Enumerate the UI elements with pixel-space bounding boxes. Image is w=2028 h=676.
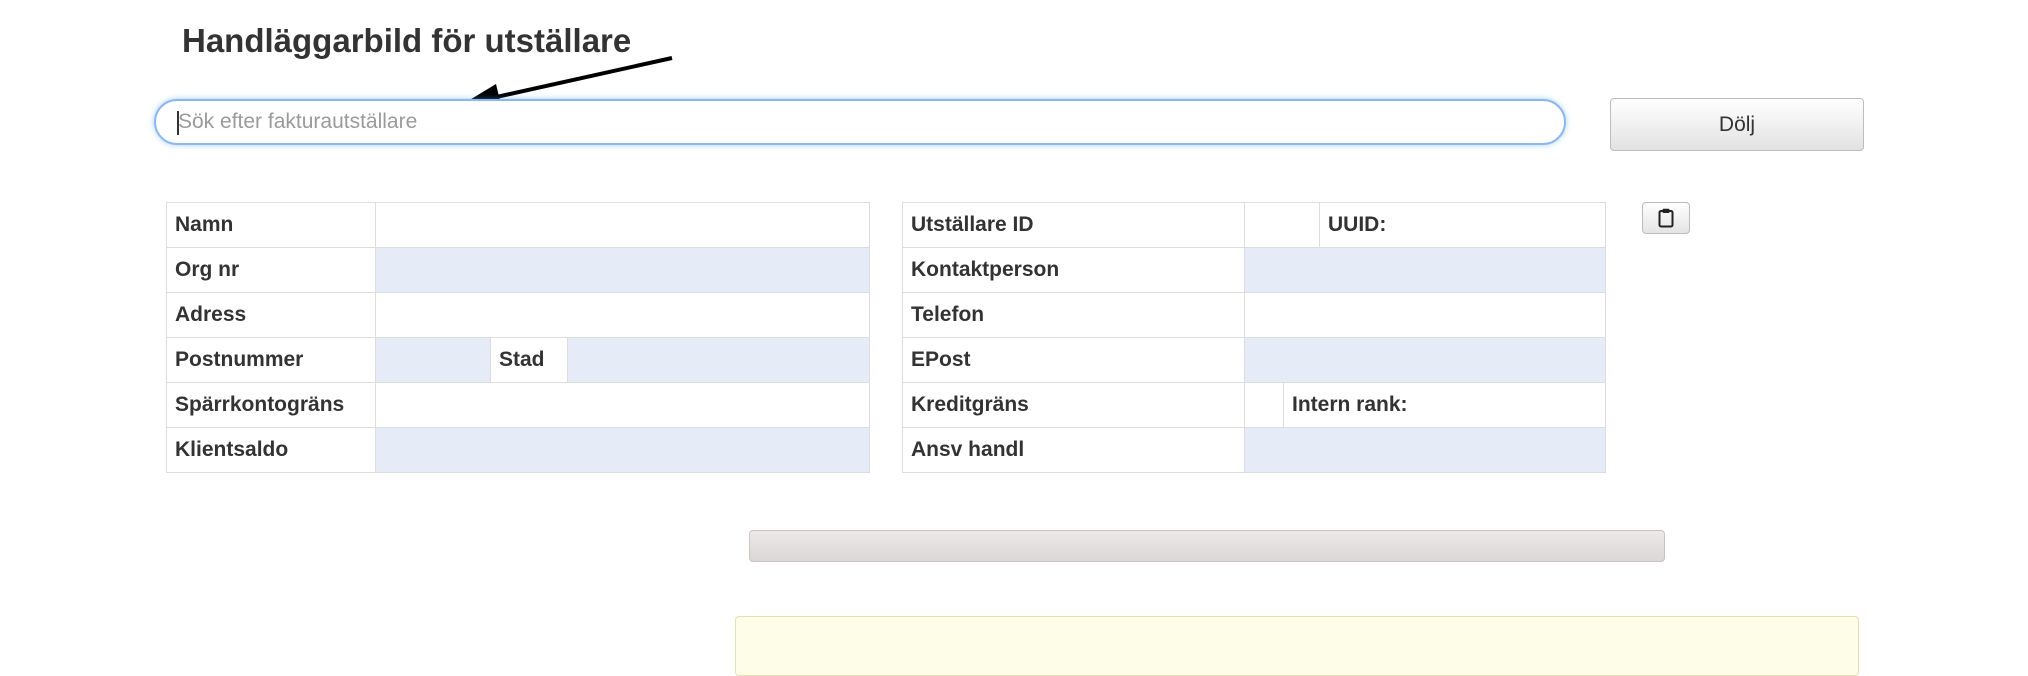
hide-button[interactable]: Dölj: [1610, 98, 1864, 151]
org-nr-value: [375, 247, 870, 293]
issuer-details-table: Namn Org nr Adress Postnummer Stad Spärr…: [166, 202, 870, 473]
table-row: Kontaktperson: [902, 247, 1606, 293]
copy-button[interactable]: [1642, 202, 1690, 234]
address-value: [375, 292, 870, 338]
city-value: [567, 337, 870, 383]
text-caret: [177, 111, 179, 135]
email-value: [1244, 337, 1606, 383]
table-row: Telefon: [902, 292, 1606, 338]
table-row: Klientsaldo: [166, 427, 870, 473]
contact-person-label: Kontaktperson: [902, 247, 1245, 293]
table-row: Adress: [166, 292, 870, 338]
blocked-account-limit-value: [375, 382, 870, 428]
client-balance-label: Klientsaldo: [166, 427, 376, 473]
table-row: Namn: [166, 202, 870, 248]
city-label: Stad: [490, 337, 568, 383]
table-row: Kreditgräns Intern rank:: [902, 382, 1606, 428]
credit-limit-label: Kreditgräns: [902, 382, 1245, 428]
search-input[interactable]: [154, 99, 1566, 145]
issuer-id-value: [1244, 202, 1320, 248]
postcode-value: [375, 337, 491, 383]
client-balance-value: [375, 427, 870, 473]
name-value: [375, 202, 870, 248]
table-row: Postnummer Stad: [166, 337, 870, 383]
issuer-id-label: Utställare ID: [902, 202, 1245, 248]
email-label: EPost: [902, 337, 1245, 383]
org-nr-label: Org nr: [166, 247, 376, 293]
notice-panel: [735, 616, 1859, 676]
table-row: Spärrkontogräns: [166, 382, 870, 428]
postcode-label: Postnummer: [166, 337, 376, 383]
contact-details-table: Utställare ID UUID: Kontaktperson Telefo…: [902, 202, 1606, 473]
phone-label: Telefon: [902, 292, 1245, 338]
phone-value: [1244, 292, 1606, 338]
table-row: EPost: [902, 337, 1606, 383]
progress-bar: [749, 530, 1665, 562]
name-label: Namn: [166, 202, 376, 248]
table-row: Ansv handl: [902, 427, 1606, 473]
table-row: Utställare ID UUID:: [902, 202, 1606, 248]
uuid-label: UUID:: [1319, 202, 1606, 248]
blocked-account-limit-label: Spärrkontogräns: [166, 382, 376, 428]
address-label: Adress: [166, 292, 376, 338]
clipboard-icon: [1658, 208, 1674, 228]
contact-person-value: [1244, 247, 1606, 293]
responsible-handler-value: [1244, 427, 1606, 473]
internal-rank-label: Intern rank:: [1283, 382, 1606, 428]
responsible-handler-label: Ansv handl: [902, 427, 1245, 473]
table-row: Org nr: [166, 247, 870, 293]
credit-limit-value: [1244, 382, 1284, 428]
